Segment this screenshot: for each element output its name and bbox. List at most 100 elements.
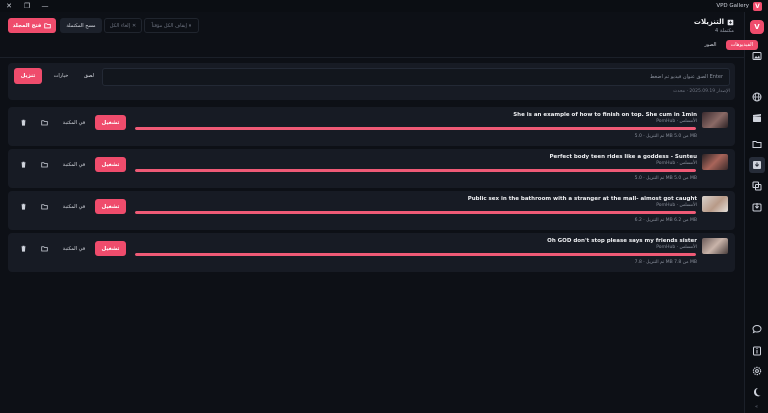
video-thumbnail[interactable] xyxy=(702,238,728,254)
close-icon: ✕ xyxy=(132,22,137,29)
sidebar-item-about[interactable] xyxy=(749,343,765,359)
sidebar-item-browser[interactable] xyxy=(749,89,765,105)
open-folder-icon-button[interactable] xyxy=(38,201,50,212)
pause-all-label: إيقاف الكل مؤقتاً xyxy=(151,22,187,29)
sidebar-item-theme[interactable] xyxy=(749,384,765,400)
download-icon xyxy=(727,19,734,25)
collapse-sidebar-icon[interactable]: « xyxy=(755,404,758,410)
open-folder-icon-button[interactable] xyxy=(38,243,50,254)
restore-window-button[interactable]: ❐ xyxy=(18,0,36,12)
download-icon xyxy=(753,161,761,169)
options-button[interactable]: خيارات xyxy=(48,68,74,84)
page-title-group: التنزيلات xyxy=(694,18,734,26)
media-tabs: الصور الفيديوهات xyxy=(699,40,758,50)
info-icon xyxy=(753,346,761,356)
folder-icon xyxy=(752,141,762,148)
download-label: تنزيل xyxy=(20,73,36,79)
open-folder-button[interactable]: فتح المجلد xyxy=(8,18,56,33)
sidebar-item-videos[interactable] xyxy=(749,110,765,126)
download-title: Oh GOD don't stop please says my friends… xyxy=(547,238,697,244)
video-thumbnail[interactable] xyxy=(702,154,728,170)
sidebar-item-import[interactable] xyxy=(749,199,765,215)
theme-icon xyxy=(754,388,761,397)
cancel-all-button[interactable]: إلغاء الكل ✕ xyxy=(104,18,142,33)
in-library-button[interactable]: في المكتبة xyxy=(56,159,92,170)
page-header: فتح المجلد مسح المكتملة إلغاء الكل ✕ إيق… xyxy=(0,12,744,56)
download-source: PornHub · الأمسلس xyxy=(656,119,697,124)
sidebar-item-feedback[interactable] xyxy=(749,321,765,337)
delete-button[interactable] xyxy=(17,243,29,254)
pause-all-button[interactable]: إيقاف الكل مؤقتاً ⏸ xyxy=(144,18,199,33)
play-button[interactable]: تشغيل xyxy=(95,115,126,130)
download-status: تم التنزيل · 7.8 MB من 7.8 MB xyxy=(634,260,697,265)
gear-icon xyxy=(752,366,762,376)
trash-icon xyxy=(20,245,26,252)
delete-button[interactable] xyxy=(17,159,29,170)
progress-fill xyxy=(135,211,696,214)
cancel-all-label: إلغاء الكل xyxy=(109,22,131,29)
download-item: Perfect body teen rides like a goddess -… xyxy=(8,149,735,188)
url-input-card: الإصدار 2025.09.19 · محدث تنزيل خيارات ل… xyxy=(8,63,735,100)
clear-completed-button[interactable]: مسح المكتملة xyxy=(60,18,102,33)
trash-icon xyxy=(20,119,26,126)
progress-fill xyxy=(135,127,696,130)
download-button[interactable]: تنزيل xyxy=(14,68,42,84)
sidebar-item-settings[interactable] xyxy=(749,363,765,379)
download-item: Oh GOD don't stop please says my friends… xyxy=(8,233,735,272)
open-folder-icon-button[interactable] xyxy=(38,117,50,128)
progress-fill xyxy=(135,169,696,172)
tab-images[interactable]: الصور xyxy=(699,40,721,50)
play-button[interactable]: تشغيل xyxy=(95,241,126,256)
minimize-window-button[interactable]: — xyxy=(36,0,54,12)
close-window-button[interactable]: ✕ xyxy=(0,0,18,12)
in-library-button[interactable]: في المكتبة xyxy=(56,117,92,128)
chat-bubble-icon xyxy=(752,324,762,334)
trash-icon xyxy=(20,161,26,168)
header-divider xyxy=(0,57,744,58)
sidebar-item-gallery[interactable] xyxy=(749,48,765,64)
copy-icon xyxy=(752,181,762,191)
download-title: Public sex in the bathroom with a strang… xyxy=(467,196,697,202)
tab-videos[interactable]: الفيديوهات xyxy=(725,40,758,50)
page-title: التنزيلات xyxy=(693,18,724,26)
open-folder-icon-button[interactable] xyxy=(38,159,50,170)
paste-label: لصق xyxy=(83,73,95,79)
video-thumbnail[interactable] xyxy=(702,196,728,212)
download-status: تم التنزيل · 6.2 MB من 6.2 MB xyxy=(634,218,697,223)
download-source: PornHub · الأمسلس xyxy=(656,245,697,250)
download-item: Public sex in the bathroom with a strang… xyxy=(8,191,735,230)
pause-icon: ⏸ xyxy=(188,22,192,29)
play-button[interactable]: تشغيل xyxy=(95,199,126,214)
sidebar-item-duplicates[interactable] xyxy=(749,178,765,194)
delete-button[interactable] xyxy=(17,117,29,128)
download-source: PornHub · الأمسلس xyxy=(656,203,697,208)
play-label: تشغيل xyxy=(101,119,120,126)
folder-icon xyxy=(40,162,48,168)
trash-icon xyxy=(20,203,26,210)
play-button[interactable]: تشغيل xyxy=(95,157,126,172)
download-title: Perfect body teen rides like a goddess -… xyxy=(549,154,697,160)
paste-button[interactable]: لصق xyxy=(76,68,102,84)
download-progress xyxy=(135,169,696,172)
title-bar: ✕ ❐ — VPD Gallery V xyxy=(0,0,768,12)
folder-icon xyxy=(40,246,48,252)
sidebar-item-folders[interactable] xyxy=(749,136,765,152)
download-title: She is an example of how to finish on to… xyxy=(513,112,697,118)
download-status: تم التنزيل · 5.0 MB من 5.0 MB xyxy=(634,176,697,181)
in-library-button[interactable]: في المكتبة xyxy=(56,243,92,254)
app-logo: V xyxy=(753,1,762,11)
in-library-label: في المكتبة xyxy=(62,119,86,126)
clear-completed-label: مسح المكتملة xyxy=(66,22,96,29)
in-library-button[interactable]: في المكتبة xyxy=(56,201,92,212)
delete-button[interactable] xyxy=(17,201,29,212)
download-progress xyxy=(135,211,696,214)
url-input[interactable] xyxy=(102,68,730,86)
video-thumbnail[interactable] xyxy=(702,112,728,128)
download-item: She is an example of how to finish on to… xyxy=(8,107,735,146)
folder-icon xyxy=(40,120,48,126)
sidebar-item-downloads[interactable] xyxy=(749,157,765,173)
play-label: تشغيل xyxy=(101,161,120,168)
sidebar: V « xyxy=(744,12,768,413)
clapperboard-icon xyxy=(753,114,761,122)
sidebar-logo[interactable]: V xyxy=(750,20,764,34)
